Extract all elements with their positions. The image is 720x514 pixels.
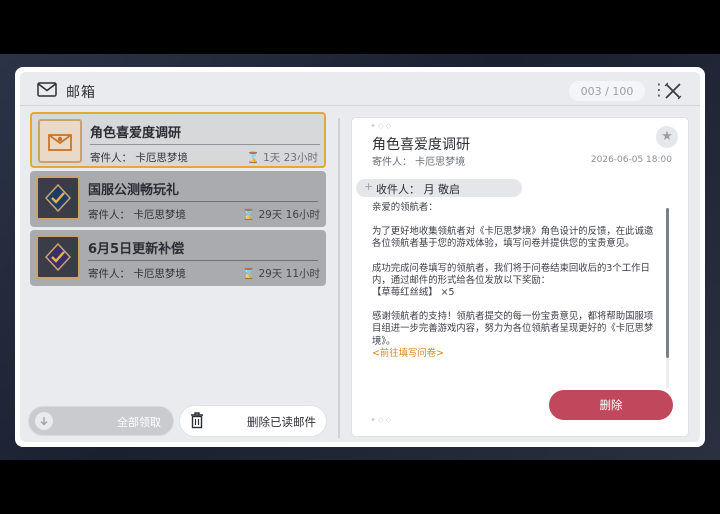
mail-icon xyxy=(37,82,57,101)
mail-body: 亲爱的领航者： 为了更好地收集领航者对《卡厄思梦境》角色设计的反馈，在此诚邀各位… xyxy=(372,202,662,378)
mail-item[interactable]: 角色喜爱度调研 寄件人： 卡厄思梦境 ⌛ 1天 23小时 xyxy=(30,112,326,168)
detail-title: 角色喜爱度调研 xyxy=(372,137,470,153)
body-paragraph: 为了更好地收集领航者对《卡厄思梦境》角色设计的反馈，在此诚邀各位领航者基于您的游… xyxy=(372,226,654,250)
mail-detail-card: ✦ ◇ ◇ 角色喜爱度调研 寄件人： 卡厄思梦境 2026-06-05 18:0… xyxy=(352,118,688,436)
mail-title: 6月5日更新补偿 xyxy=(88,242,185,257)
hourglass-icon: ⌛ xyxy=(242,209,259,221)
mail-expiry: ⌛ 29天 11小时 xyxy=(242,268,320,280)
envelope-icon xyxy=(38,119,82,163)
mail-count-badge: 003 / 100 xyxy=(569,81,645,101)
detail-sender: 寄件人： 卡厄思梦境 xyxy=(372,157,466,168)
gift-emblem-icon xyxy=(36,176,80,220)
mail-list: 角色喜爱度调研 寄件人： 卡厄思梦境 ⌛ 1天 23小时 国服公测畅玩礼 寄件人… xyxy=(30,112,326,289)
star-icon[interactable]: ★ xyxy=(656,126,678,148)
panel-divider xyxy=(338,118,340,438)
delete-button[interactable]: 删除 xyxy=(549,390,673,420)
scrollbar-thumb[interactable] xyxy=(666,208,669,358)
mail-expiry: ⌛ 29天 16小时 xyxy=(242,209,320,221)
body-greeting: 亲爱的领航者： xyxy=(372,202,438,213)
compensation-emblem-icon xyxy=(36,235,80,279)
mail-divider xyxy=(88,201,318,202)
hourglass-icon: ⌛ xyxy=(242,268,259,280)
download-arrow-icon xyxy=(35,412,53,430)
close-icon[interactable] xyxy=(664,82,682,104)
mail-item[interactable]: 国服公测畅玩礼 寄件人： 卡厄思梦境 ⌛ 29天 16小时 xyxy=(30,171,326,227)
delete-read-button[interactable]: 删除已读邮件 xyxy=(180,406,326,436)
page-title: 邮箱 xyxy=(66,85,96,101)
recipient-label: 收件人： 月 敬启 xyxy=(376,183,460,196)
body-paragraph: 成功完成问卷填写的领航者，我们将于问卷结束回收后的3个工作日内，通过邮件的形式给… xyxy=(372,262,650,286)
claim-all-button[interactable]: 全部领取 xyxy=(28,406,174,436)
recipient-bar: + 收件人： 月 敬启 xyxy=(356,179,522,197)
trash-icon xyxy=(190,412,204,433)
plus-icon: + xyxy=(364,180,374,193)
body-reward: 【草莓红丝绒】 ×5 xyxy=(372,287,455,299)
header-divider xyxy=(20,105,700,106)
mail-sender: 寄件人： 卡厄思梦境 xyxy=(88,209,186,221)
mail-sender: 寄件人： 卡厄思梦境 xyxy=(88,268,186,280)
mail-item[interactable]: 6月5日更新补偿 寄件人： 卡厄思梦境 ⌛ 29天 11小时 xyxy=(30,230,326,286)
claim-all-label: 全部领取 xyxy=(117,416,161,429)
mail-divider xyxy=(90,144,320,145)
mail-divider xyxy=(88,260,318,261)
delete-read-label: 删除已读邮件 xyxy=(247,415,316,429)
body-paragraph: 感谢领航者的支持！领航者提交的每一份宝贵意见，都将帮助国服项目组进一步完善游戏内… xyxy=(372,311,654,347)
mail-title: 角色喜爱度调研 xyxy=(90,126,182,141)
mail-title: 国服公测畅玩礼 xyxy=(88,183,180,198)
mail-sender: 寄件人： 卡厄思梦境 xyxy=(90,152,188,164)
decor-dots: ✦ ◇ ◇ xyxy=(370,122,392,130)
mail-expiry: ⌛ 1天 23小时 xyxy=(246,152,318,164)
decor-dots: ✦ ◇ ◇ xyxy=(370,416,392,424)
detail-date: 2026-06-05 18:00 xyxy=(590,155,672,165)
mailbox-header: 邮箱 003 / 100 ⋮ xyxy=(30,78,690,104)
mailbox-panel: 邮箱 003 / 100 ⋮ 角色喜爱度调研 寄件人： 卡厄思梦境 ⌛ 1天 2… xyxy=(20,72,700,442)
hourglass-icon: ⌛ xyxy=(246,152,264,164)
survey-link[interactable]: <前往填写问卷> xyxy=(372,348,444,359)
